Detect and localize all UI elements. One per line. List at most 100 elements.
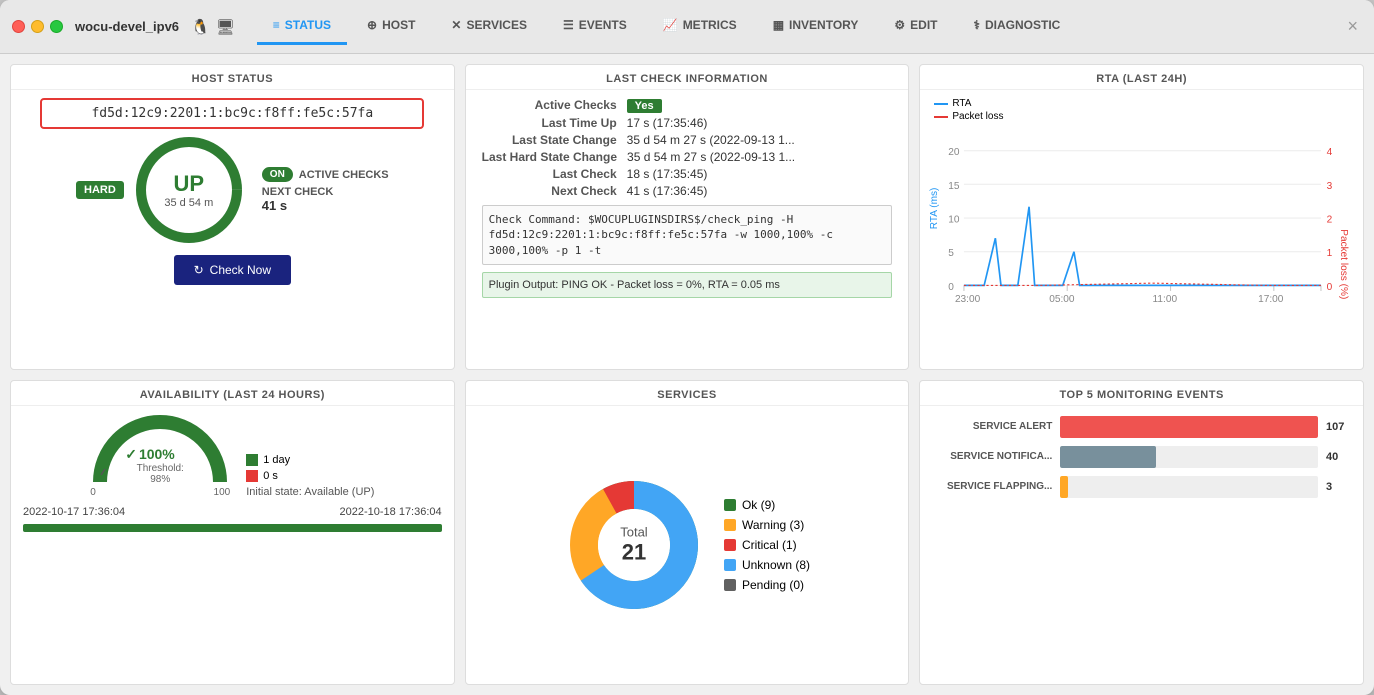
events-tab-icon: ☰: [563, 18, 574, 32]
bar-value-0: 107: [1326, 421, 1351, 433]
rta-content: RTA Packet loss 20 15 10 5 0 4 3: [920, 90, 1363, 369]
bar-label-0: SERVICE ALERT: [932, 421, 1052, 432]
services-title: SERVICES: [466, 381, 909, 406]
tab-host[interactable]: ⊕ HOST: [351, 8, 431, 45]
availability-dates: 2022-10-17 17:36:04 2022-10-18 17:36:04: [23, 506, 442, 518]
lci-yes-badge: Yes: [627, 99, 662, 113]
bar-track-2: [1060, 476, 1318, 498]
availability-gauge: ✓ 100% Threshold: 98%: [90, 412, 230, 487]
active-checks-label: ACTIVE CHECKS: [299, 169, 389, 181]
bar-label-1: SERVICE NOTIFICA...: [932, 451, 1052, 462]
active-checks-toggle[interactable]: ON: [262, 167, 293, 182]
tab-inventory[interactable]: ▦ INVENTORY: [757, 8, 875, 45]
diagnostic-tab-icon: ⚕: [974, 18, 981, 32]
host-ip: fd5d:12c9:2201:1:bc9c:f8ff:fe5c:57fa: [40, 98, 424, 129]
inventory-tab-icon: ▦: [773, 18, 784, 32]
availability-bar: [23, 524, 442, 532]
check-now-button[interactable]: ↻ Check Now: [174, 255, 291, 285]
main-content: HOST STATUS fd5d:12c9:2201:1:bc9c:f8ff:f…: [0, 54, 1374, 695]
svg-text:2: 2: [1327, 215, 1333, 226]
bar-value-2: 3: [1326, 481, 1351, 493]
edit-tab-icon: ⚙: [894, 18, 905, 32]
ok-dot: [724, 499, 736, 511]
bar-track-1: [1060, 446, 1318, 468]
host-tab-icon: ⊕: [367, 18, 377, 32]
linux-icon: 🐧: [191, 18, 210, 36]
close-traffic-light[interactable]: [12, 20, 25, 33]
avail-date-end: 2022-10-18 17:36:04: [340, 506, 442, 518]
tab-metrics[interactable]: 📈 METRICS: [647, 8, 753, 45]
window-close-button[interactable]: ×: [1343, 16, 1362, 37]
status-icon: ≡: [273, 18, 280, 32]
rta-panel: RTA (LAST 24H) RTA Packet loss 2 0 15: [919, 64, 1364, 370]
bar-row-0: SERVICE ALERT 107: [932, 416, 1351, 438]
gauge-row: ✓ 100% Threshold: 98% 0 100: [23, 412, 442, 498]
host-icons: 🐧 🖥: [191, 18, 235, 36]
top5-title: TOP 5 MONITORING EVENTS: [920, 381, 1363, 406]
svg-text:3: 3: [1327, 181, 1333, 192]
bar-row-2: SERVICE FLAPPING... 3: [932, 476, 1351, 498]
packet-loss-line-indicator: [934, 116, 948, 118]
rta-legend-packetloss: Packet loss: [934, 111, 1003, 122]
svg-text:5: 5: [949, 248, 955, 259]
tab-status[interactable]: ≡ STATUS: [257, 8, 347, 45]
lci-label-active: Active Checks: [482, 98, 627, 112]
tab-events[interactable]: ☰ EVENTS: [547, 8, 643, 45]
host-name: wocu-devel_ipv6: [75, 19, 179, 34]
svg-text:4: 4: [1327, 147, 1333, 158]
hard-badge: HARD: [76, 181, 124, 199]
rta-legend: RTA Packet loss: [934, 98, 1003, 122]
next-check-label: NEXT CHECK 41 s: [262, 186, 389, 213]
lci-row-next-check: Next Check 41 s (17:36:45): [482, 184, 893, 198]
svc-unknown: Unknown (8): [724, 558, 810, 572]
toggle-row: ON ACTIVE CHECKS: [262, 167, 389, 182]
titlebar: wocu-devel_ipv6 🐧 🖥 ≡ STATUS ⊕ HOST ✕ SE…: [0, 0, 1374, 54]
main-window: wocu-devel_ipv6 🐧 🖥 ≡ STATUS ⊕ HOST ✕ SE…: [0, 0, 1374, 695]
availability-panel: AVAILABILITY (LAST 24 HOURS): [10, 380, 455, 686]
status-row: HARD UP 35 d 54 m ON: [19, 135, 446, 245]
bar-fill-0: [1060, 416, 1318, 438]
tab-edit[interactable]: ⚙ EDIT: [878, 8, 953, 45]
svc-critical: Critical (1): [724, 538, 810, 552]
legend-1day: 1 day: [246, 454, 374, 466]
svg-text:10: 10: [949, 215, 961, 226]
red-box-icon: [246, 470, 258, 482]
availability-legend: 1 day 0 s Initial state: Available (UP): [246, 454, 374, 498]
top5-panel: TOP 5 MONITORING EVENTS SERVICE ALERT 10…: [919, 380, 1364, 686]
bar-label-2: SERVICE FLAPPING...: [932, 481, 1052, 492]
svg-text:15: 15: [949, 181, 961, 192]
server-icon: 🖥: [216, 18, 235, 36]
lci-row-last-hard-state: Last Hard State Change 35 d 54 m 27 s (2…: [482, 150, 893, 164]
pending-dot: [724, 579, 736, 591]
plugin-output-box: Plugin Output: PING OK - Packet loss = 0…: [482, 272, 893, 298]
donut-center-text: Total 21: [620, 524, 647, 565]
lci-row-last-state: Last State Change 35 d 54 m 27 s (2022-0…: [482, 133, 893, 147]
bar-fill-1: [1060, 446, 1155, 468]
minimize-traffic-light[interactable]: [31, 20, 44, 33]
avail-date-start: 2022-10-17 17:36:04: [23, 506, 125, 518]
services-tab-icon: ✕: [451, 18, 461, 32]
unknown-dot: [724, 559, 736, 571]
rta-title: RTA (LAST 24H): [920, 65, 1363, 90]
host-status-content: fd5d:12c9:2201:1:bc9c:f8ff:fe5c:57fa HAR…: [11, 90, 454, 369]
lci-row-last-check: Last Check 18 s (17:35:45): [482, 167, 893, 181]
services-content: Total 21 Ok (9) Warning (3) C: [466, 406, 909, 685]
maximize-traffic-light[interactable]: [50, 20, 63, 33]
status-up: UP: [164, 171, 213, 197]
critical-dot: [724, 539, 736, 551]
lci-row-active-checks: Active Checks Yes: [482, 98, 893, 113]
check-command-box: Check Command: $WOCUPLUGINSDIRS$/check_p…: [482, 205, 893, 265]
rta-chart: 20 15 10 5 0 4 3 2 1 0 RTA (ms) Packet l…: [928, 94, 1355, 365]
services-legend: Ok (9) Warning (3) Critical (1) Unknown …: [724, 498, 810, 592]
active-checks-col: ON ACTIVE CHECKS NEXT CHECK 41 s: [262, 167, 389, 213]
availability-pct: 100%: [139, 446, 175, 462]
last-check-panel: LAST CHECK INFORMATION Active Checks Yes…: [465, 64, 910, 370]
initial-state-label: Initial state: Available (UP): [246, 486, 374, 498]
bar-value-1: 40: [1326, 451, 1351, 463]
checkmark-icon: ✓: [125, 446, 137, 463]
svc-warning: Warning (3): [724, 518, 810, 532]
lci-row-last-time-up: Last Time Up 17 s (17:35:46): [482, 116, 893, 130]
svg-text:0: 0: [949, 282, 955, 293]
tab-services[interactable]: ✕ SERVICES: [435, 8, 543, 45]
tab-diagnostic[interactable]: ⚕ DIAGNOSTIC: [958, 8, 1077, 45]
